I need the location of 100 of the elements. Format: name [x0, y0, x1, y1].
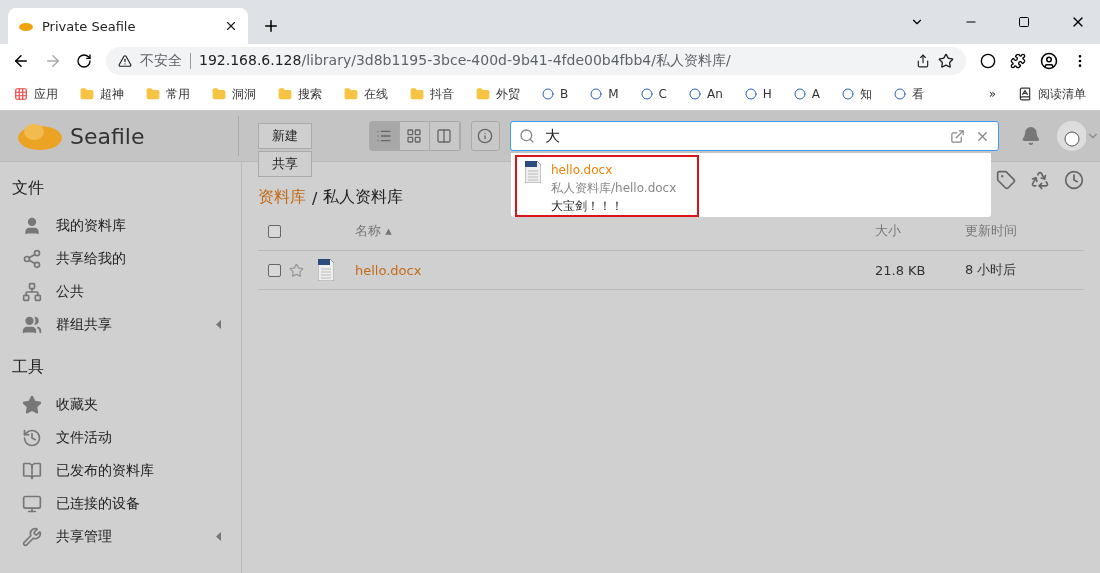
info-button[interactable]	[470, 121, 501, 151]
breadcrumb-separator: /	[312, 189, 318, 208]
view-mode-button[interactable]	[429, 122, 460, 150]
bookmark[interactable]: 常用	[146, 85, 190, 103]
bookmark[interactable]: 看	[894, 85, 925, 103]
star-icon	[22, 394, 42, 415]
caret-icon	[216, 532, 221, 541]
search-field[interactable]: 大	[510, 121, 999, 151]
folder-icon	[80, 87, 94, 101]
sidebar-item[interactable]: 共享给我的	[0, 242, 241, 275]
star-icon[interactable]	[289, 262, 304, 278]
row-checkbox[interactable]	[268, 263, 281, 277]
view-mode-button[interactable]	[399, 122, 430, 150]
site-icon	[689, 88, 701, 100]
menu-item[interactable]: 共享	[258, 151, 312, 177]
bookmark[interactable]: 应用	[14, 85, 58, 103]
document-icon	[525, 161, 541, 183]
reload-icon[interactable]	[76, 53, 92, 69]
menu-item[interactable]: 新建	[258, 123, 312, 149]
maximize-icon[interactable]	[1018, 16, 1030, 28]
folder-icon	[344, 87, 358, 101]
reading-list[interactable]: 阅读清单	[1018, 85, 1086, 103]
new-tab-icon[interactable]	[262, 17, 280, 35]
back-icon[interactable]	[12, 52, 30, 70]
avatar-icon[interactable]	[1056, 121, 1087, 151]
search-icon	[519, 128, 536, 144]
site-icon	[640, 88, 653, 100]
wrench-icon	[22, 526, 42, 547]
bookmark[interactable]: 搜索	[278, 85, 322, 103]
folder-icon	[212, 87, 226, 101]
sidebar-item[interactable]: 我的资料库	[0, 209, 241, 242]
sidebar-item[interactable]: 已发布的资料库	[0, 454, 241, 487]
result-name: hello.docx	[551, 162, 614, 179]
sidebar-heading: 文件	[11, 177, 45, 199]
logo-text: Seafile	[70, 123, 145, 149]
more-bookmarks[interactable]: »	[988, 87, 996, 101]
site-icon	[793, 88, 806, 100]
url-text: 192.168.6.128/library/3d8b1195-3bce-400d-9b41-4fde00b4fbb4/私人资料库/	[199, 52, 731, 70]
bookmark[interactable]: 在线	[344, 85, 388, 103]
share-icon[interactable]	[916, 54, 930, 68]
clock-icon[interactable]	[1064, 170, 1084, 190]
sidebar-item[interactable]: 文件活动	[0, 421, 241, 454]
sidebar-item[interactable]: 收藏夹	[0, 388, 241, 421]
forward-icon[interactable]	[44, 52, 62, 70]
extensions-icon[interactable]	[1010, 53, 1026, 69]
book-icon	[22, 460, 42, 481]
users-icon	[22, 314, 42, 335]
site-icon	[842, 88, 855, 100]
bookmark[interactable]: M	[590, 87, 619, 101]
table-cell-text: 21.8 KB	[875, 262, 927, 278]
bookmark[interactable]: H	[744, 87, 772, 101]
bookmark[interactable]: 超神	[80, 85, 124, 103]
extension-icon[interactable]	[980, 53, 996, 69]
warning-icon	[118, 54, 132, 68]
select-all-checkbox[interactable]	[268, 224, 281, 238]
table-cell-text: 8 小时后	[965, 261, 1018, 279]
bookmark[interactable]: 知	[842, 85, 873, 103]
address-bar[interactable]: 不安全 192.168.6.128/library/3d8b1195-3bce-400d-9b41-4fde00b4fbb4/私人资料库/	[106, 47, 966, 75]
bookmark[interactable]: An	[689, 87, 723, 101]
share-icon	[22, 248, 42, 269]
sidebar-item[interactable]: 共享管理	[0, 520, 241, 553]
sidebar-item[interactable]: 已连接的设备	[0, 487, 241, 520]
breadcrumb-current: 私人资料库	[323, 187, 404, 208]
close-icon[interactable]	[224, 19, 238, 33]
bookmark[interactable]: A	[793, 87, 821, 101]
folder-icon	[410, 87, 424, 101]
sidebar-heading: 工具	[11, 356, 45, 378]
folder-icon	[278, 87, 292, 101]
site-icon	[542, 88, 554, 100]
security-label: 不安全	[140, 52, 182, 70]
bell-icon[interactable]	[1020, 126, 1041, 146]
sidebar-item[interactable]: 公共	[0, 275, 241, 308]
profile-icon[interactable]	[1040, 52, 1058, 70]
bookmark[interactable]: B	[542, 87, 569, 101]
history-icon	[22, 427, 42, 448]
bookmark[interactable]: 抖音	[410, 85, 454, 103]
user-icon	[22, 215, 42, 236]
search-result[interactable]: hello.docx 私人资料库/hello.docx 大宝剑！！！	[515, 155, 699, 217]
caret-icon	[216, 320, 221, 329]
bookmark[interactable]: C	[640, 87, 667, 101]
folder-icon	[476, 87, 490, 101]
recycle-icon[interactable]	[1030, 170, 1050, 190]
view-mode-button[interactable]	[369, 122, 400, 150]
apps-icon	[14, 87, 28, 101]
seafile-logo-icon	[18, 20, 34, 32]
sidebar-item[interactable]: 群组共享	[0, 308, 241, 341]
open-icon[interactable]	[949, 128, 965, 144]
tag-icon[interactable]	[996, 170, 1016, 190]
browser-tab[interactable]: Private Seafile	[8, 8, 248, 44]
site-icon	[590, 88, 603, 100]
document-icon	[318, 259, 334, 281]
org-chart-icon	[22, 281, 42, 302]
info-icon	[477, 128, 494, 144]
columns-icon	[436, 128, 453, 144]
bookmark[interactable]: 外贸	[476, 85, 520, 103]
monitor-icon	[22, 493, 42, 514]
bookmark-star-icon[interactable]	[938, 53, 954, 69]
folder-icon	[146, 87, 160, 101]
bookmark[interactable]: 洞洞	[212, 85, 256, 103]
result-snippet: 大宝剑！！！	[551, 198, 624, 215]
